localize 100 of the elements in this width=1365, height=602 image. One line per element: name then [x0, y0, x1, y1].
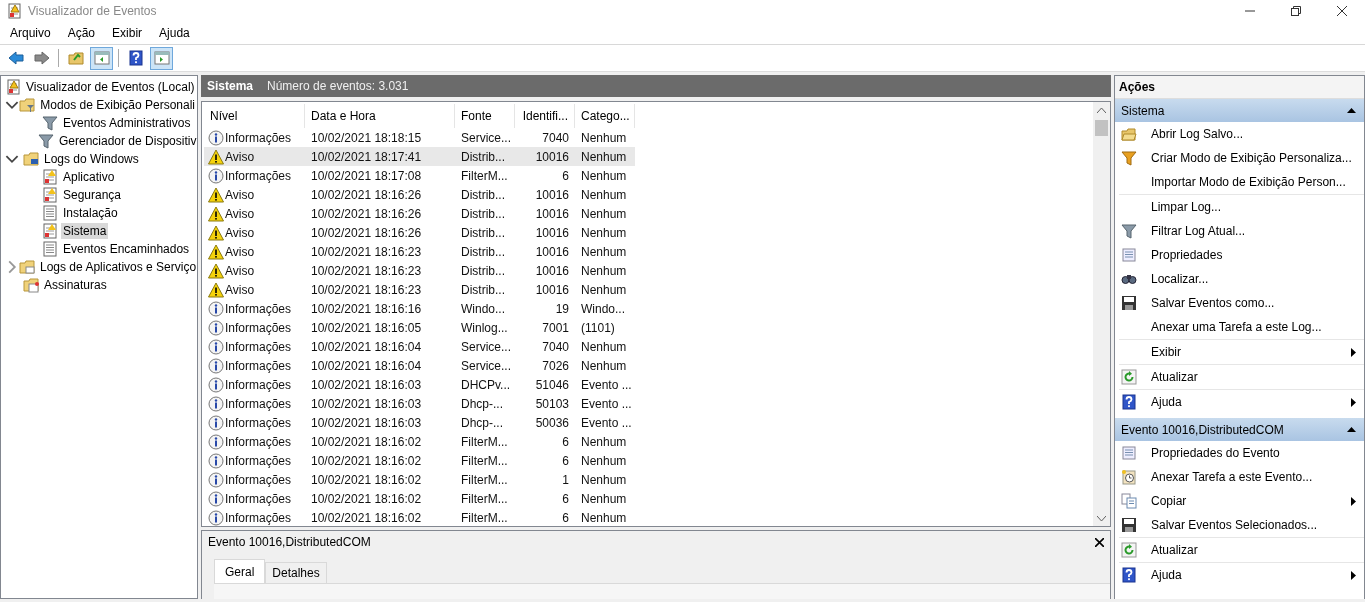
event-row[interactable]: Informações 10/02/2021 18:16:02 FilterM... 6 Nenhum [204, 489, 635, 508]
event-row[interactable]: Aviso 10/02/2021 18:16:26 Distrib... 10016 Nenhum [204, 223, 635, 242]
menu-item[interactable]: Arquivo [0, 26, 58, 40]
category-cell-text: Nenhum [580, 168, 628, 183]
category-cell-text: Nenhum [580, 282, 628, 297]
event-row[interactable]: Aviso 10/02/2021 18:16:23 Distrib... 10016 Nenhum [204, 261, 635, 280]
action-item[interactable]: Abrir Log Salvo... [1115, 122, 1364, 146]
date-cell-text: 10/02/2021 18:16:02 [310, 453, 423, 468]
filter-icon [1121, 150, 1137, 166]
action-item[interactable]: Ajuda [1115, 563, 1364, 587]
level-cell: Aviso [225, 149, 255, 164]
menu-item[interactable]: Ajuda [149, 26, 197, 40]
menu-item[interactable]: Exibir [102, 26, 150, 40]
category-cell-text: Nenhum [580, 491, 628, 506]
id-cell-text: 10016 [534, 225, 570, 240]
scroll-thumb[interactable] [1095, 120, 1108, 136]
action-item[interactable]: Filtrar Log Atual... [1115, 219, 1364, 243]
event-row[interactable]: Informações 10/02/2021 18:16:02 FilterM... 6 Nenhum [204, 508, 635, 526]
event-row[interactable]: Informações 10/02/2021 18:18:15 Service... 7040 Nenhum [204, 128, 635, 147]
action-item[interactable]: Ajuda [1115, 390, 1364, 414]
action-item[interactable]: Criar Modo de Exibição Personaliza... [1115, 146, 1364, 170]
source-cell-text: FilterM... [460, 453, 509, 468]
menu-item[interactable]: Ação [57, 26, 103, 40]
refresh-icon [1121, 542, 1137, 558]
column-header[interactable]: Catego... [575, 104, 635, 128]
collapse-triangle-icon[interactable] [1347, 427, 1356, 432]
date-cell-text: 10/02/2021 18:16:02 [310, 491, 423, 506]
action-item[interactable]: Localizar... [1115, 267, 1364, 291]
section-header[interactable]: Sistema [1115, 99, 1364, 122]
action-item[interactable]: Atualizar [1115, 365, 1364, 389]
tree-item[interactable]: Sistema [61, 223, 109, 239]
event-row[interactable]: Informações 10/02/2021 18:16:02 FilterM... 6 Nenhum [204, 432, 635, 451]
id-cell-text: 7001 [541, 320, 570, 335]
action-item[interactable]: Anexar uma Tarefa a este Log... [1115, 315, 1364, 339]
log-icon [42, 187, 58, 203]
tree-item[interactable]: Logs de Aplicativos e Serviço [38, 259, 197, 275]
close-icon[interactable] [1095, 537, 1104, 547]
scroll-down-icon[interactable] [1097, 515, 1106, 521]
column-header[interactable]: Nível [204, 104, 305, 128]
event-row[interactable]: Informações 10/02/2021 18:16:04 Service... 7026 Nenhum [204, 356, 635, 375]
event-row[interactable]: Informações 10/02/2021 18:17:08 FilterM... 6 Nenhum [204, 166, 635, 185]
event-row[interactable]: Aviso 10/02/2021 18:16:26 Distrib... 10016 Nenhum [204, 185, 635, 204]
section-title: Sistema [1121, 103, 1165, 118]
tree-item[interactable]: Visualizador de Eventos (Local) [24, 79, 197, 95]
column-header[interactable]: Data e Hora [305, 104, 455, 128]
action-item[interactable]: Salvar Eventos Selecionados... [1115, 513, 1364, 537]
category-cell-text: Evento ... [580, 396, 633, 411]
open-folder-icon [1121, 126, 1137, 142]
id-cell-text: 1 [561, 472, 570, 487]
event-row[interactable]: Aviso 10/02/2021 18:17:41 Distrib... 10016 Nenhum [204, 147, 635, 166]
folder-icon [23, 277, 39, 293]
log-icon [42, 205, 58, 221]
event-row[interactable]: Informações 10/02/2021 18:16:02 FilterM... 6 Nenhum [204, 451, 635, 470]
action-item[interactable]: Propriedades [1115, 243, 1364, 267]
tree-item[interactable]: Instalação [61, 205, 120, 221]
level-cell: Informações [225, 415, 292, 430]
level-cell: Informações [225, 472, 292, 487]
event-row[interactable]: Aviso 10/02/2021 18:16:23 Distrib... 10016 Nenhum [204, 242, 635, 261]
level-cell: Informações [225, 396, 292, 411]
clock-icon [1121, 469, 1137, 485]
event-row[interactable]: Informações 10/02/2021 18:16:03 DHCPv... 51046 Evento ... [204, 375, 635, 394]
source-cell-text: Service... [460, 358, 512, 373]
category-cell-text: Nenhum [580, 263, 628, 278]
column-header[interactable]: Identifi... [515, 104, 575, 128]
action-item[interactable]: Limpar Log... [1115, 195, 1364, 219]
vertical-scrollbar[interactable] [1093, 102, 1110, 526]
tree-item[interactable]: Modos de Exibição Personali [38, 97, 197, 113]
tab[interactable]: Geral [214, 559, 266, 583]
section-header[interactable]: Evento 10016,DistributedCOM [1115, 418, 1364, 441]
category-cell-text: Evento ... [580, 415, 633, 430]
event-row[interactable]: Informações 10/02/2021 18:16:04 Service... 7040 Nenhum [204, 337, 635, 356]
tree-item[interactable]: Gerenciador de Dispositiv [57, 133, 197, 149]
action-item[interactable]: Salvar Eventos como... [1115, 291, 1364, 315]
action-item[interactable]: Atualizar [1115, 538, 1364, 562]
actions-header: Ações [1115, 76, 1364, 99]
event-row[interactable]: Informações 10/02/2021 18:16:16 Windo... 19 Windo... [204, 299, 635, 318]
column-header[interactable]: Fonte [455, 104, 515, 128]
level-cell: Aviso [225, 263, 255, 278]
event-row[interactable]: Informações 10/02/2021 18:16:02 FilterM... 1 Nenhum [204, 470, 635, 489]
event-row[interactable]: Informações 10/02/2021 18:16:05 Winlog... 7001 (1101) [204, 318, 635, 337]
category-cell-text: Evento ... [580, 377, 633, 392]
tree-item[interactable]: Logs do Windows [42, 151, 141, 167]
tree-item[interactable]: Eventos Encaminhados [61, 241, 192, 257]
event-row[interactable]: Informações 10/02/2021 18:16:03 Dhcp-... 50036 Evento ... [204, 413, 635, 432]
event-row[interactable]: Aviso 10/02/2021 18:16:23 Distrib... 10016 Nenhum [204, 280, 635, 299]
action-item[interactable]: Exibir [1115, 340, 1364, 364]
level-cell: Aviso [225, 187, 255, 202]
action-item[interactable]: Propriedades do Evento [1115, 441, 1364, 465]
tree-item[interactable]: Assinaturas [42, 277, 109, 293]
tree-item[interactable]: Segurança [61, 187, 124, 203]
collapse-triangle-icon[interactable] [1347, 108, 1356, 113]
scroll-up-icon[interactable] [1097, 107, 1106, 113]
action-item[interactable]: Importar Modo de Exibição Person... [1115, 170, 1364, 194]
action-item[interactable]: Anexar Tarefa a este Evento... [1115, 465, 1364, 489]
tab[interactable]: Detalhes [265, 562, 327, 583]
tree-item[interactable]: Aplicativo [61, 169, 117, 185]
action-item[interactable]: Copiar [1115, 489, 1364, 513]
event-row[interactable]: Informações 10/02/2021 18:16:03 Dhcp-... 50103 Evento ... [204, 394, 635, 413]
event-row[interactable]: Aviso 10/02/2021 18:16:26 Distrib... 10016 Nenhum [204, 204, 635, 223]
tree-item[interactable]: Eventos Administrativos [61, 115, 193, 131]
